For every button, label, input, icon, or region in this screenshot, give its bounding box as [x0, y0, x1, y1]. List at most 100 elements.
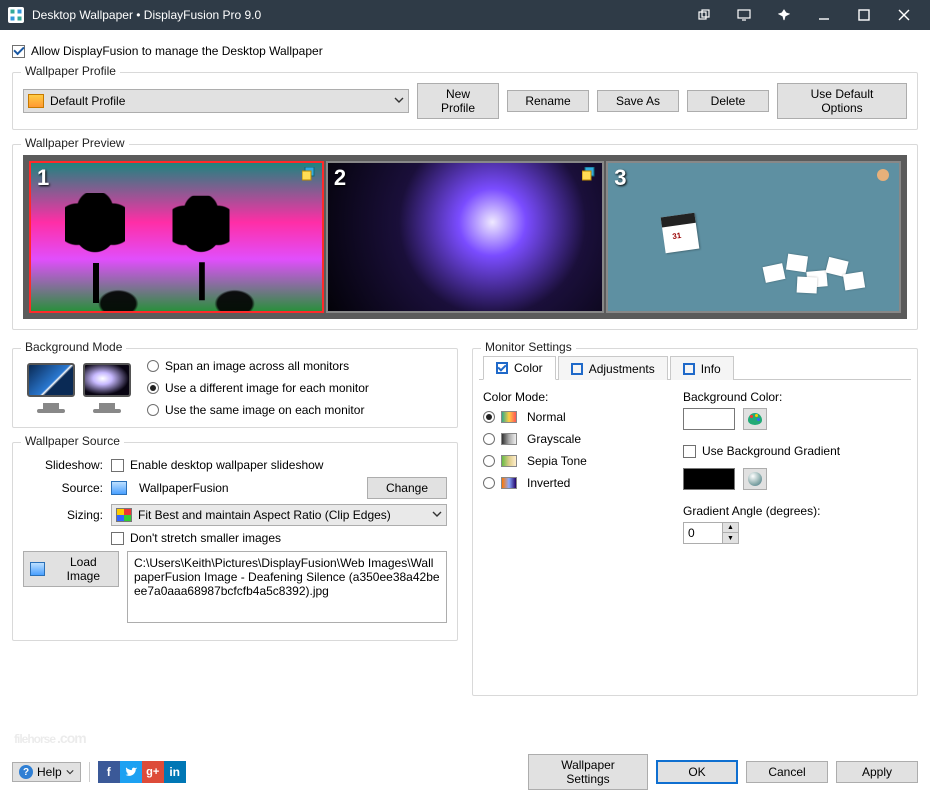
rename-button[interactable]: Rename	[507, 90, 589, 112]
bgmode-same-radio[interactable]: Use the same image on each monitor	[147, 403, 369, 417]
gradient-picker-button[interactable]	[743, 468, 767, 490]
bgmode-diff-radio[interactable]: Use a different image for each monitor	[147, 381, 369, 395]
tab-adjustments[interactable]: Adjustments	[558, 356, 668, 380]
linkedin-icon[interactable]: in	[164, 761, 186, 783]
chevron-down-icon	[432, 508, 442, 522]
load-image-button[interactable]: Load Image	[23, 551, 119, 587]
source-group: Wallpaper Source Slideshow: Enable deskt…	[12, 442, 458, 641]
radio-icon	[147, 382, 159, 394]
monitor-2[interactable]: 2	[326, 161, 604, 313]
color-mode-label: Color Mode:	[483, 390, 653, 404]
bgmode-group: Background Mode Span an image across all…	[12, 348, 458, 428]
colormode-inverted-radio[interactable]: Inverted	[483, 476, 653, 490]
maximize-icon[interactable]	[844, 0, 884, 30]
tab-info[interactable]: Info	[670, 356, 734, 380]
slideshow-label: Slideshow:	[23, 458, 111, 472]
grayscale-icon	[501, 433, 517, 445]
monitor-3[interactable]: 3	[606, 161, 901, 313]
help-button[interactable]: ? Help	[12, 762, 81, 782]
radio-icon	[483, 477, 495, 489]
bgcolor-swatch[interactable]	[683, 408, 735, 430]
cancel-button[interactable]: Cancel	[746, 761, 828, 783]
sepia-icon	[501, 455, 517, 467]
close-icon[interactable]	[884, 0, 924, 30]
monitor-number: 1	[37, 165, 49, 191]
sizing-select[interactable]: Fit Best and maintain Aspect Ratio (Clip…	[111, 504, 447, 526]
no-stretch-checkbox[interactable]: Don't stretch smaller images	[111, 531, 281, 545]
facebook-icon[interactable]: f	[98, 761, 120, 783]
profile-icon	[28, 94, 44, 108]
spin-up-icon[interactable]: ▲	[722, 523, 738, 533]
preview-group: Wallpaper Preview 1 2	[12, 144, 918, 330]
gradient-swatch[interactable]	[683, 468, 735, 490]
radio-icon	[483, 455, 495, 467]
bgmode-illustration	[23, 363, 135, 413]
use-gradient-checkbox[interactable]: Use Background Gradient	[683, 444, 840, 458]
minimize-icon[interactable]	[804, 0, 844, 30]
monitor-settings-group: Monitor Settings Color Adjustments Info …	[472, 348, 918, 696]
radio-icon	[483, 433, 495, 445]
monitor-1[interactable]: 1	[29, 161, 324, 313]
gradient-angle-spinner[interactable]: ▲▼	[683, 522, 739, 544]
tab-check-icon	[496, 362, 508, 374]
radio-icon	[147, 404, 159, 416]
load-image-icon	[30, 562, 45, 576]
preview-legend: Wallpaper Preview	[21, 136, 129, 150]
bgmode-span-radio[interactable]: Span an image across all monitors	[147, 359, 369, 373]
tab-check-icon	[683, 363, 695, 375]
radio-icon	[483, 411, 495, 423]
saveas-button[interactable]: Save As	[597, 90, 679, 112]
titlebar-monitor-icon[interactable]	[724, 0, 764, 30]
profile-select[interactable]: Default Profile	[23, 89, 409, 113]
use-defaults-button[interactable]: Use Default Options	[777, 83, 907, 119]
preview-area: 1 2 3	[23, 155, 907, 319]
source-icon	[111, 481, 127, 495]
bgmode-legend: Background Mode	[21, 340, 126, 354]
titlebar-restore-alt-icon[interactable]	[684, 0, 724, 30]
slideshow-checkbox[interactable]: Enable desktop wallpaper slideshow	[111, 458, 323, 472]
titlebar-pin-icon[interactable]	[764, 0, 804, 30]
change-source-button[interactable]: Change	[367, 477, 447, 499]
colormode-normal-radio[interactable]: Normal	[483, 410, 653, 424]
monitor-number: 3	[614, 165, 626, 191]
bgcolor-label: Background Color:	[683, 390, 907, 404]
spin-down-icon[interactable]: ▼	[722, 533, 738, 543]
ok-button[interactable]: OK	[656, 760, 738, 784]
allow-manage-label: Allow DisplayFusion to manage the Deskto…	[31, 44, 323, 58]
app-icon	[8, 7, 24, 23]
checkbox-icon	[12, 45, 25, 58]
profile-legend: Wallpaper Profile	[21, 64, 120, 78]
twitter-icon[interactable]	[120, 761, 142, 783]
monitor-badge-icon	[302, 167, 316, 181]
radio-icon	[147, 360, 159, 372]
source-legend: Wallpaper Source	[21, 434, 124, 448]
bgcolor-picker-button[interactable]	[743, 408, 767, 430]
chevron-down-icon	[394, 94, 404, 108]
titlebar: Desktop Wallpaper • DisplayFusion Pro 9.…	[0, 0, 930, 30]
palette-icon	[748, 413, 762, 425]
monitor-settings-tabs: Color Adjustments Info	[479, 355, 911, 380]
window-title: Desktop Wallpaper • DisplayFusion Pro 9.…	[32, 8, 684, 22]
googleplus-icon[interactable]: g+	[142, 761, 164, 783]
sizing-label: Sizing:	[23, 508, 111, 522]
colormode-grayscale-radio[interactable]: Grayscale	[483, 432, 653, 446]
tab-check-icon	[571, 363, 583, 375]
checkbox-icon	[111, 532, 124, 545]
colormode-sepia-radio[interactable]: Sepia Tone	[483, 454, 653, 468]
apply-button[interactable]: Apply	[836, 761, 918, 783]
sphere-icon	[748, 472, 762, 486]
tab-color[interactable]: Color	[483, 356, 556, 380]
monitor-settings-legend: Monitor Settings	[481, 340, 576, 354]
checkbox-icon	[111, 459, 124, 472]
footer: ? Help f g+ in Wallpaper Settings OK Can…	[12, 754, 918, 790]
new-profile-button[interactable]: New Profile	[417, 83, 499, 119]
gradient-angle-input[interactable]	[684, 523, 722, 543]
wallpaper-settings-button[interactable]: Wallpaper Settings	[528, 754, 648, 790]
monitor-badge-icon	[582, 167, 596, 181]
allow-manage-checkbox[interactable]: Allow DisplayFusion to manage the Deskto…	[12, 44, 323, 58]
profile-selected: Default Profile	[50, 94, 125, 108]
social-buttons: f g+ in	[98, 761, 186, 783]
delete-button[interactable]: Delete	[687, 90, 769, 112]
image-path-box[interactable]: C:\Users\Keith\Pictures\DisplayFusion\We…	[127, 551, 447, 623]
source-label: Source:	[23, 481, 111, 495]
